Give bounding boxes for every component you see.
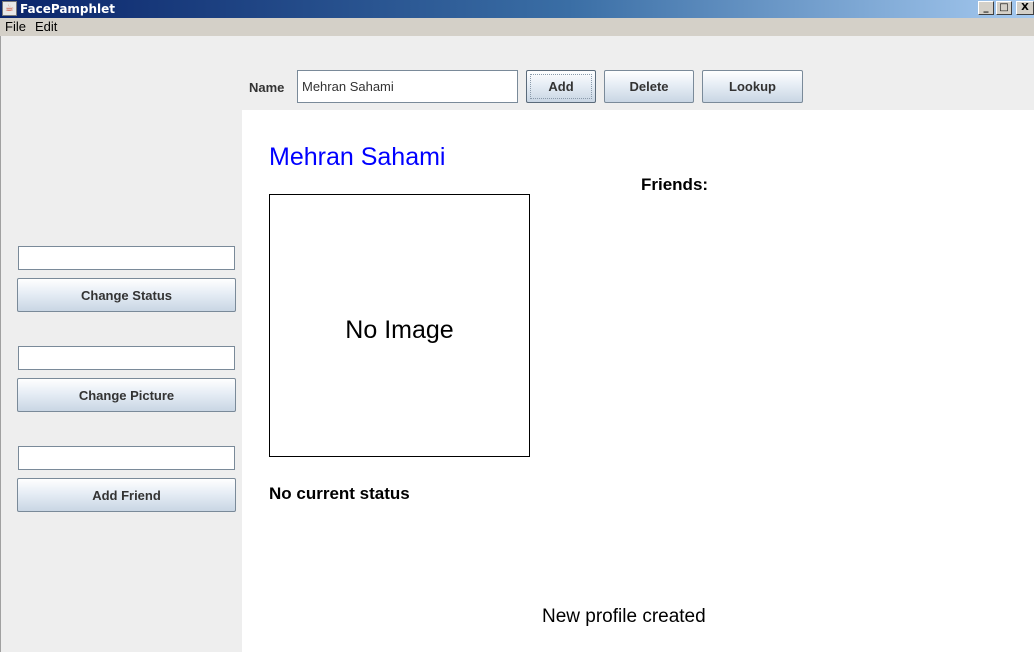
profile-image-placeholder: No Image — [269, 194, 530, 457]
delete-button[interactable]: Delete — [604, 70, 694, 103]
add-button[interactable]: Add — [526, 70, 596, 103]
menu-bar: File Edit — [0, 18, 1034, 36]
status-input[interactable] — [18, 246, 235, 270]
window-title: FacePamphlet — [20, 2, 116, 16]
name-input[interactable] — [297, 70, 518, 103]
close-button[interactable]: X — [1016, 1, 1034, 15]
minimize-button[interactable]: _ — [978, 1, 994, 15]
profile-name: Mehran Sahami — [269, 143, 446, 171]
menu-file[interactable]: File — [2, 18, 29, 36]
change-picture-button[interactable]: Change Picture — [17, 378, 236, 412]
menu-edit[interactable]: Edit — [32, 18, 60, 36]
application-message: New profile created — [542, 606, 706, 627]
window-left-border — [0, 36, 1, 652]
lookup-button[interactable]: Lookup — [702, 70, 803, 103]
add-friend-button[interactable]: Add Friend — [17, 478, 236, 512]
java-coffee-cup-icon: ☕ — [2, 1, 17, 16]
name-label: Name — [249, 80, 285, 95]
picture-input[interactable] — [18, 346, 235, 370]
profile-status: No current status — [269, 484, 410, 503]
friend-input[interactable] — [18, 446, 235, 470]
maximize-button[interactable]: □ — [996, 1, 1012, 15]
title-bar: ☕ FacePamphlet _ □ X — [0, 0, 1034, 18]
no-image-label: No Image — [345, 316, 454, 344]
change-status-button[interactable]: Change Status — [17, 278, 236, 312]
friends-label: Friends: — [641, 175, 709, 194]
